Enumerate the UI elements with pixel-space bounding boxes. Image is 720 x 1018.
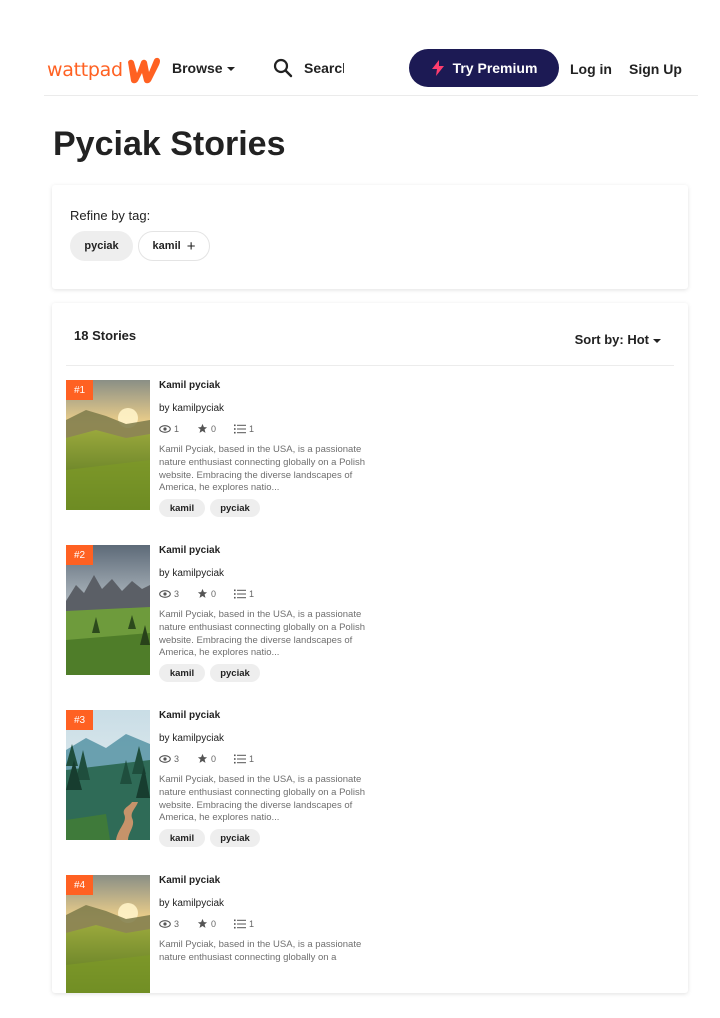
- views-stat: 3: [159, 589, 179, 599]
- story-stats: 3 0 1: [159, 588, 272, 599]
- votes-count: 0: [211, 423, 217, 434]
- login-link[interactable]: Log in: [570, 61, 612, 77]
- tag-chip-kamil[interactable]: kamil +: [138, 231, 210, 261]
- star-icon: [197, 588, 208, 598]
- story-tag[interactable]: kamil: [159, 499, 205, 517]
- browse-label: Browse: [172, 60, 223, 76]
- list-icon: [234, 919, 247, 928]
- parts-stat: 1: [234, 589, 254, 599]
- tag-chip-label: pyciak: [84, 240, 119, 252]
- list-icon: [234, 589, 247, 598]
- story-description: Kamil Pyciak, based in the USA, is a pas…: [159, 609, 365, 659]
- sort-label: Sort by: Hot: [574, 332, 649, 347]
- eye-icon: [159, 589, 171, 598]
- eye-icon: [159, 754, 171, 763]
- star-icon: [197, 423, 208, 433]
- story-description: Kamil Pyciak, based in the USA, is a pas…: [159, 444, 365, 494]
- refine-by-tag-panel: Refine by tag: pyciak kamil +: [52, 185, 688, 289]
- lightning-bolt-icon: [431, 60, 444, 76]
- rank-badge: #4: [66, 875, 93, 895]
- divider: [66, 365, 674, 366]
- story-item[interactable]: #4 Kamil pyciak by kamilpyciak 3 0 1 Kam…: [66, 875, 406, 993]
- votes-count: 0: [211, 588, 217, 599]
- page-title: Pyciak Stories: [53, 125, 286, 163]
- votes-count: 0: [211, 918, 217, 929]
- stories-list-panel: 18 Stories Sort by: Hot #1 Kamil pyciak …: [52, 303, 688, 993]
- story-tag[interactable]: kamil: [159, 664, 205, 682]
- search-icon[interactable]: [273, 58, 293, 78]
- search-bar[interactable]: [273, 58, 344, 78]
- stories-count: 18 Stories: [74, 328, 137, 343]
- browse-menu[interactable]: Browse: [172, 60, 235, 76]
- parts-stat: 1: [234, 424, 254, 434]
- story-description: Kamil Pyciak, based in the USA, is a pas…: [159, 939, 362, 963]
- votes-count: 0: [211, 753, 217, 764]
- top-navbar: wattpad Browse Try Premium Log in Sign U…: [44, 40, 698, 96]
- views-stat: 1: [159, 424, 179, 434]
- caret-down-icon: [226, 67, 235, 71]
- star-icon: [197, 753, 208, 763]
- views-count: 1: [174, 423, 180, 434]
- story-cover-image[interactable]: #2: [66, 545, 150, 675]
- parts-count: 1: [249, 423, 255, 434]
- tag-chip-label: kamil: [152, 240, 181, 252]
- story-tag[interactable]: kamil: [159, 829, 205, 847]
- story-item[interactable]: #3 Kamil pyciak by kamilpyciak 3 0 1 Kam…: [66, 710, 406, 850]
- story-cover-image[interactable]: #4: [66, 875, 150, 993]
- story-title[interactable]: Kamil pyciak: [159, 545, 220, 556]
- story-tag[interactable]: pyciak: [210, 499, 260, 517]
- story-item[interactable]: #1 Kamil pyciak by kamilpyciak 1 0 1 Kam…: [66, 380, 406, 520]
- views-count: 3: [174, 918, 180, 929]
- parts-count: 1: [249, 918, 255, 929]
- parts-count: 1: [249, 753, 255, 764]
- refine-label: Refine by tag:: [70, 208, 151, 223]
- story-cover-image[interactable]: #1: [66, 380, 150, 510]
- wattpad-w-icon: [127, 57, 160, 84]
- votes-stat: 0: [197, 753, 216, 764]
- sort-dropdown[interactable]: Sort by: Hot: [575, 332, 661, 347]
- views-count: 3: [174, 753, 180, 764]
- rank-badge: #1: [66, 380, 93, 400]
- story-author[interactable]: by kamilpyciak: [159, 898, 224, 909]
- star-icon: [197, 918, 208, 928]
- rank-badge: #2: [66, 545, 93, 565]
- parts-stat: 1: [234, 754, 254, 764]
- caret-down-icon: [653, 338, 661, 343]
- votes-stat: 0: [197, 423, 216, 434]
- wattpad-logo[interactable]: wattpad: [47, 56, 162, 84]
- list-icon: [234, 754, 247, 763]
- story-cover-image[interactable]: #3: [66, 710, 150, 840]
- story-description: Kamil Pyciak, based in the USA, is a pas…: [159, 774, 365, 824]
- list-icon: [234, 424, 247, 433]
- tag-chip-pyciak[interactable]: pyciak: [70, 231, 133, 261]
- views-count: 3: [174, 588, 180, 599]
- story-title[interactable]: Kamil pyciak: [159, 380, 220, 391]
- parts-count: 1: [249, 588, 255, 599]
- premium-label: Try Premium: [452, 60, 538, 76]
- try-premium-button[interactable]: Try Premium: [409, 49, 559, 87]
- story-stats: 3 0 1: [159, 753, 272, 764]
- story-author[interactable]: by kamilpyciak: [159, 733, 224, 744]
- story-title[interactable]: Kamil pyciak: [159, 710, 220, 721]
- story-stats: 1 0 1: [159, 423, 272, 434]
- rank-badge: #3: [66, 710, 93, 730]
- story-item[interactable]: #2 Kamil pyciak by kamilpyciak 3 0 1 Kam…: [66, 545, 406, 685]
- logo-text: wattpad: [47, 59, 123, 81]
- eye-icon: [159, 424, 171, 433]
- story-tag[interactable]: pyciak: [210, 664, 260, 682]
- views-stat: 3: [159, 919, 179, 929]
- views-stat: 3: [159, 754, 179, 764]
- parts-stat: 1: [234, 919, 254, 929]
- story-title[interactable]: Kamil pyciak: [159, 875, 220, 886]
- story-author[interactable]: by kamilpyciak: [159, 403, 224, 414]
- signup-link[interactable]: Sign Up: [629, 61, 682, 77]
- search-input[interactable]: [304, 60, 344, 76]
- eye-icon: [159, 919, 171, 928]
- story-stats: 3 0 1: [159, 918, 272, 929]
- story-tag[interactable]: pyciak: [210, 829, 260, 847]
- story-author[interactable]: by kamilpyciak: [159, 568, 224, 579]
- votes-stat: 0: [197, 918, 216, 929]
- plus-icon: +: [186, 237, 196, 255]
- votes-stat: 0: [197, 588, 216, 599]
